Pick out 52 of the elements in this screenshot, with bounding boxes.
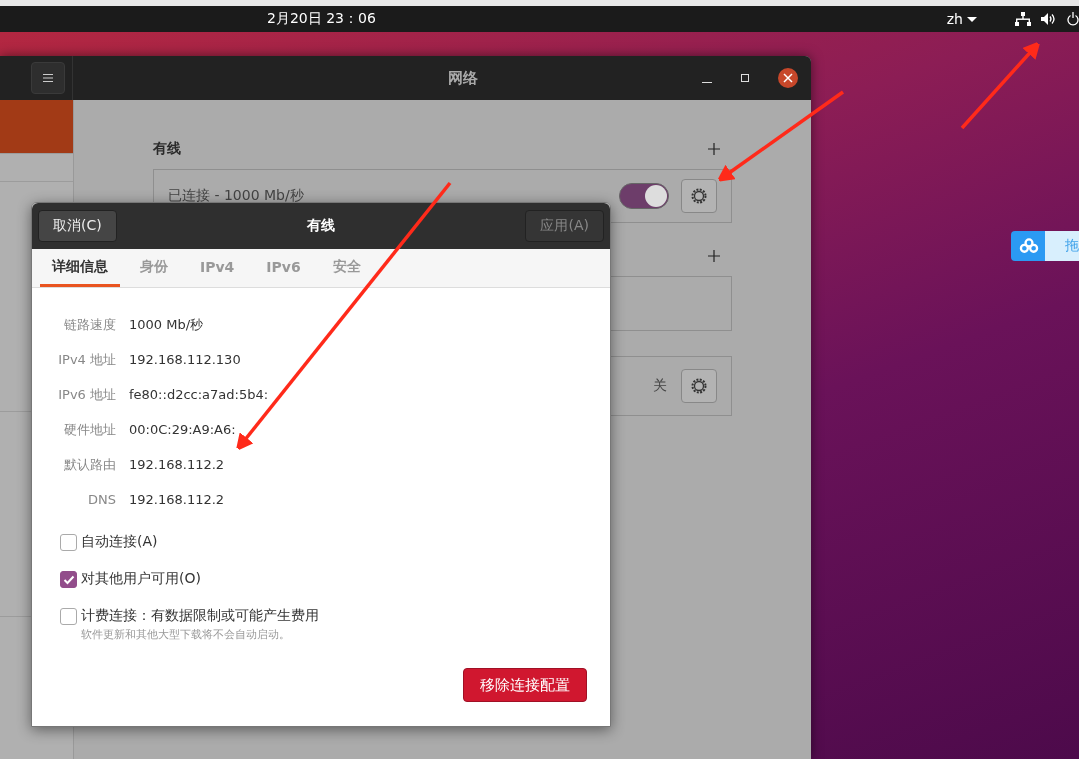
network-icon[interactable] — [1015, 12, 1031, 26]
field-label: 链路速度 — [63, 315, 116, 334]
field-label: DNS — [87, 492, 116, 507]
setting-value: 关 — [653, 377, 667, 395]
gear-icon — [690, 377, 708, 395]
window-title: 网络 — [446, 68, 479, 88]
power-icon[interactable] — [1067, 12, 1079, 26]
tab[interactable]: 安全 — [320, 249, 373, 287]
tab[interactable]: IPv6 — [254, 249, 313, 287]
language-menu[interactable]: zh — [946, 11, 977, 27]
checkbox[interactable] — [60, 534, 77, 551]
volume-icon[interactable] — [1041, 12, 1057, 26]
field-label: 硬件地址 — [63, 420, 116, 439]
checkbox[interactable] — [60, 571, 77, 588]
dialog-title: 有线 — [306, 217, 337, 235]
field-value: 1000 Mb/秒 — [129, 315, 205, 334]
menu-icon — [43, 74, 53, 82]
connection-status: 已连接 - 1000 Mb/秒 — [168, 187, 304, 205]
cloud-icon — [1019, 236, 1039, 256]
maximize-icon[interactable] — [740, 73, 750, 83]
widget-label: 拖 — [1045, 231, 1079, 261]
check-icon — [62, 573, 75, 586]
checkbox-label: 计费连接：有数据限制或可能产生费用 — [81, 607, 319, 625]
caret-icon — [967, 16, 977, 22]
cancel-button[interactable]: 取消(C) — [38, 210, 117, 242]
field-label: 默认路由 — [63, 455, 116, 474]
field-value: fe80::d2cc:a7ad:5b4: — [129, 387, 270, 402]
tab[interactable]: IPv4 — [188, 249, 247, 287]
hint-text: 软件更新和其他大型下载将不会自动启动。 — [81, 627, 291, 642]
field-label: IPv4 地址 — [57, 350, 116, 369]
settings-button[interactable] — [681, 179, 717, 213]
remove-button[interactable]: 移除连接配置 — [463, 668, 587, 702]
field-value: 192.168.112.2 — [129, 492, 226, 507]
checkbox-label: 自动连接(A) — [81, 533, 158, 551]
field-value: 192.168.112.130 — [129, 352, 242, 367]
gear-icon — [690, 187, 708, 205]
field-value: 192.168.112.2 — [129, 457, 226, 472]
menu-button[interactable] — [31, 62, 65, 94]
close-icon[interactable] — [778, 68, 798, 88]
clock[interactable]: 2月20日 23：06 — [267, 10, 376, 28]
toggle-switch[interactable] — [619, 183, 669, 209]
section-heading: 有线 — [153, 140, 181, 158]
side-widget[interactable]: 拖 — [1011, 231, 1079, 261]
settings-button[interactable] — [681, 369, 717, 403]
tab[interactable]: 身份 — [128, 249, 180, 287]
tab[interactable]: 详细信息 — [40, 249, 120, 287]
field-label: IPv6 地址 — [57, 385, 116, 404]
add-icon[interactable] — [708, 143, 720, 155]
field-value: 00:0C:29:A9:A6: — [129, 422, 237, 437]
checkbox-label: 对其他用户可用(O) — [81, 570, 201, 588]
add-icon[interactable] — [708, 250, 720, 262]
checkbox[interactable] — [60, 608, 77, 625]
